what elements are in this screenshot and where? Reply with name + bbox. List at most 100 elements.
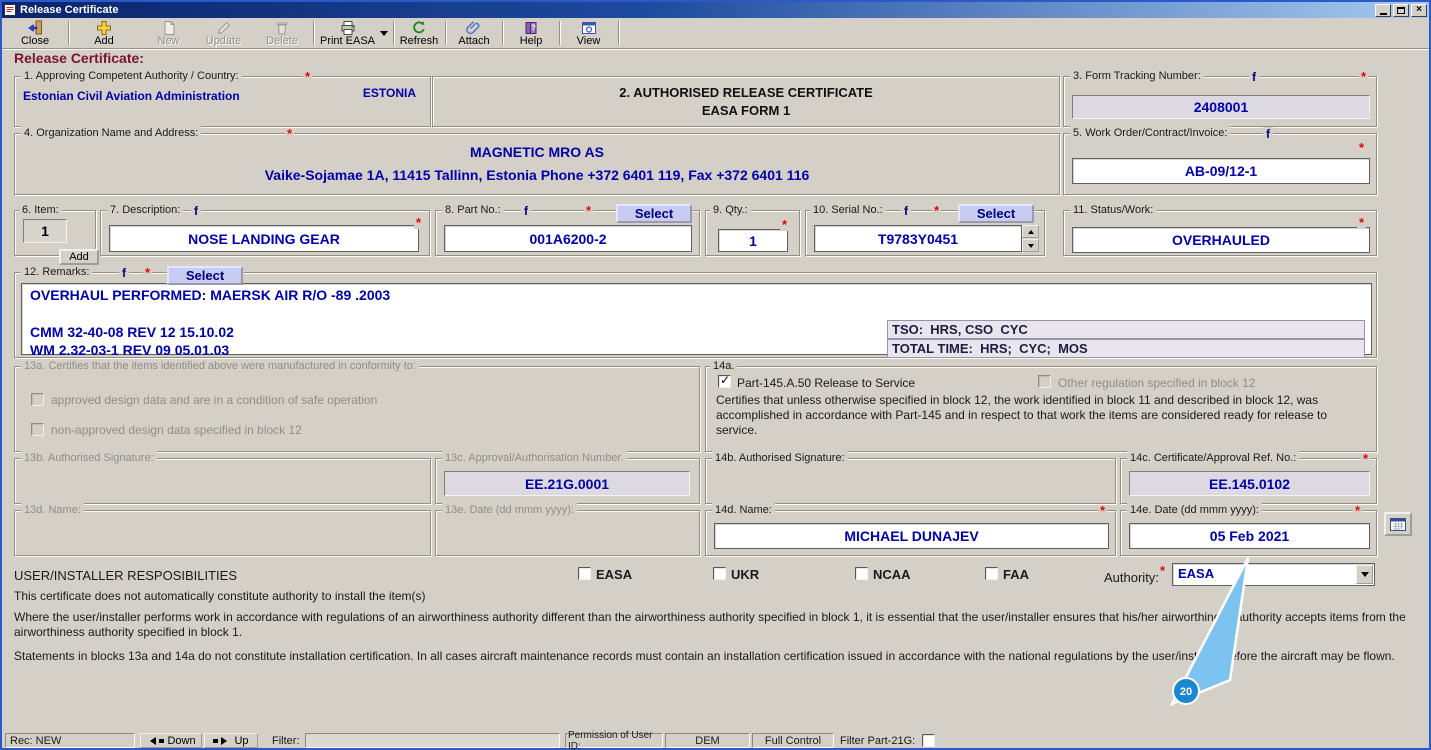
block11-status-work: 11. Status/Work: * OVERHAULED [1063, 210, 1377, 256]
name-input[interactable]: MICHAEL DUNAJEV [714, 523, 1109, 549]
delete-trash-icon [274, 20, 290, 36]
date-input[interactable]: 05 Feb 2021 [1129, 523, 1370, 549]
help-book-icon: ? [523, 20, 539, 36]
remarks-line3: WM 2.32-03-1 REV 09 05.01.03 [30, 342, 229, 358]
work-order-input[interactable]: AB-09/12-1 [1072, 158, 1370, 184]
responsibilities-title: USER/INSTALLER RESPOSIBILITIES [14, 568, 237, 583]
status-work-input[interactable]: OVERHAULED [1072, 227, 1370, 253]
restore-button[interactable] [1393, 4, 1409, 17]
block13e-legend: 13e. Date (dd mmm yyyy): [442, 503, 577, 518]
block14a-text: Certifies that unless otherwise specifie… [716, 393, 1368, 438]
remarks-line1: OVERHAUL PERFORMED: MAERSK AIR R/O -89 .… [30, 287, 390, 303]
block11-legend: 11. Status/Work: [1070, 203, 1156, 218]
block3-form-tracking-number: 3. Form Tracking Number: f * 2408001 [1063, 76, 1377, 127]
arrow-left-tail [159, 739, 164, 743]
block13b-legend: 13b. Authorised Signature: [21, 451, 157, 466]
close-window-button[interactable]: × [1411, 4, 1427, 17]
part-no-select-button[interactable]: Select [616, 204, 692, 223]
block9-qty: 9. Qty.: * 1 [705, 210, 800, 256]
toolbar-new-button: New [142, 19, 195, 48]
toolbar-help-button[interactable]: ? Help [506, 19, 556, 48]
filter-marker: f [901, 204, 911, 218]
non-approved-design-label: non-approved design data specified in bl… [51, 423, 302, 437]
ncaa-checkbox[interactable] [855, 567, 868, 580]
svg-text:?: ? [531, 24, 536, 33]
toolbar-view-button[interactable]: View [562, 19, 615, 48]
qty-input[interactable]: 1 [718, 229, 788, 252]
toolbar-print-easa-button[interactable]: Print EASA [318, 19, 377, 48]
remarks-textarea[interactable]: OVERHAUL PERFORMED: MAERSK AIR R/O -89 .… [21, 283, 1372, 355]
release-certificate-window: Release Certificate × Close Add New Upda… [0, 0, 1431, 750]
filter-part21g-checkbox[interactable] [922, 734, 935, 747]
calendar-button[interactable] [1384, 512, 1412, 536]
toolbar-separator [618, 21, 620, 45]
spinner-down-button[interactable] [1022, 239, 1039, 252]
toolbar-delete-button: Delete [254, 19, 310, 48]
toolbar-attach-button[interactable]: Attach [449, 19, 499, 48]
faa-checkbox[interactable] [985, 567, 998, 580]
filter-marker: f [1263, 127, 1273, 141]
toolbar-update-button: Update [196, 19, 251, 48]
minimize-button[interactable] [1375, 4, 1391, 17]
required-marker: * [1098, 505, 1107, 517]
record-down-button[interactable]: Down [140, 733, 202, 748]
toolbar-close-button[interactable]: Close [6, 19, 64, 48]
authority-dropdown-button[interactable] [1356, 565, 1373, 584]
block4-legend: 4. Organization Name and Address: [21, 126, 201, 141]
filter-part21g-label: Filter Part-21G: [840, 735, 915, 747]
exit-door-icon [27, 20, 43, 36]
block4-organization: 4. Organization Name and Address: * MAGN… [14, 133, 1060, 195]
block7-legend: 7. Description: [107, 203, 183, 218]
required-marker: * [1359, 71, 1368, 83]
record-up-button[interactable]: Up [204, 733, 258, 748]
toolbar-refresh-button[interactable]: Refresh [396, 19, 442, 48]
block1-country: ESTONIA [363, 86, 416, 100]
page-title: Release Certificate: [14, 50, 144, 66]
block14d-legend: 14d. Name: [712, 503, 775, 518]
view-window-icon [581, 20, 597, 36]
block5-work-order: 5. Work Order/Contract/Invoice: f * AB-0… [1063, 133, 1377, 195]
block14a-release: 14a. ✓ Part-145.A.50 Release to Service … [705, 366, 1377, 452]
toolbar-separator [559, 21, 561, 45]
toolbar-add-button[interactable]: Add [76, 19, 132, 48]
block5-legend: 5. Work Order/Contract/Invoice: [1070, 126, 1230, 141]
remarks-select-button[interactable]: Select [167, 266, 243, 285]
printer-icon [340, 20, 356, 36]
required-marker: * [932, 205, 941, 217]
part145-release-label: Part-145.A.50 Release to Service [737, 376, 915, 390]
print-dropdown-button[interactable] [378, 19, 390, 48]
arrow-right-tail [213, 739, 218, 743]
toolbar-separator [393, 21, 395, 45]
block14a-legend: 14a. [710, 359, 737, 374]
other-regulation-label: Other regulation specified in block 12 [1058, 376, 1255, 390]
block3-legend: 3. Form Tracking Number: [1070, 69, 1204, 84]
toolbar-separator [313, 21, 315, 45]
filter-label: Filter: [272, 735, 300, 747]
block13b-signature: 13b. Authorised Signature: [14, 458, 431, 504]
spinner-up-button[interactable] [1022, 225, 1039, 238]
description-input[interactable]: NOSE LANDING GEAR [109, 225, 419, 252]
filter-marker: f [1249, 70, 1259, 84]
ukr-checkbox[interactable] [713, 567, 726, 580]
part-no-input[interactable]: 001A6200-2 [444, 225, 692, 252]
block6-item: 6. Item: 1 Add [14, 210, 96, 256]
filter-input[interactable] [305, 733, 560, 748]
add-item-button[interactable]: Add [59, 249, 99, 265]
block12-legend: 12. Remarks: [21, 265, 92, 280]
total-time-field: TOTAL TIME: HRS; CYC; MOS [887, 339, 1365, 358]
required-marker: * [285, 128, 294, 140]
block14e-legend: 14e. Date (dd mmm yyyy): [1127, 503, 1262, 518]
filter-marker: f [119, 266, 129, 280]
close-icon: × [1416, 5, 1422, 15]
window-controls: × [1375, 4, 1427, 17]
chevron-down-icon [380, 31, 388, 36]
easa-checkbox[interactable] [578, 567, 591, 580]
record-status-panel: Rec: NEW [5, 733, 135, 748]
permission-label-panel: Permission of User ID: [565, 733, 663, 748]
block14c-certificate-ref: 14c. Certificate/Approval Ref. No.: * EE… [1120, 458, 1377, 504]
serial-no-input[interactable]: T9783Y0451 [814, 225, 1022, 252]
block8-part-no: 8. Part No.: f * Select 001A6200-2 [435, 210, 700, 256]
part145-release-checkbox[interactable]: ✓ [718, 375, 731, 388]
permission-value-panel: DEM [665, 733, 750, 748]
serial-no-select-button[interactable]: Select [958, 204, 1034, 223]
